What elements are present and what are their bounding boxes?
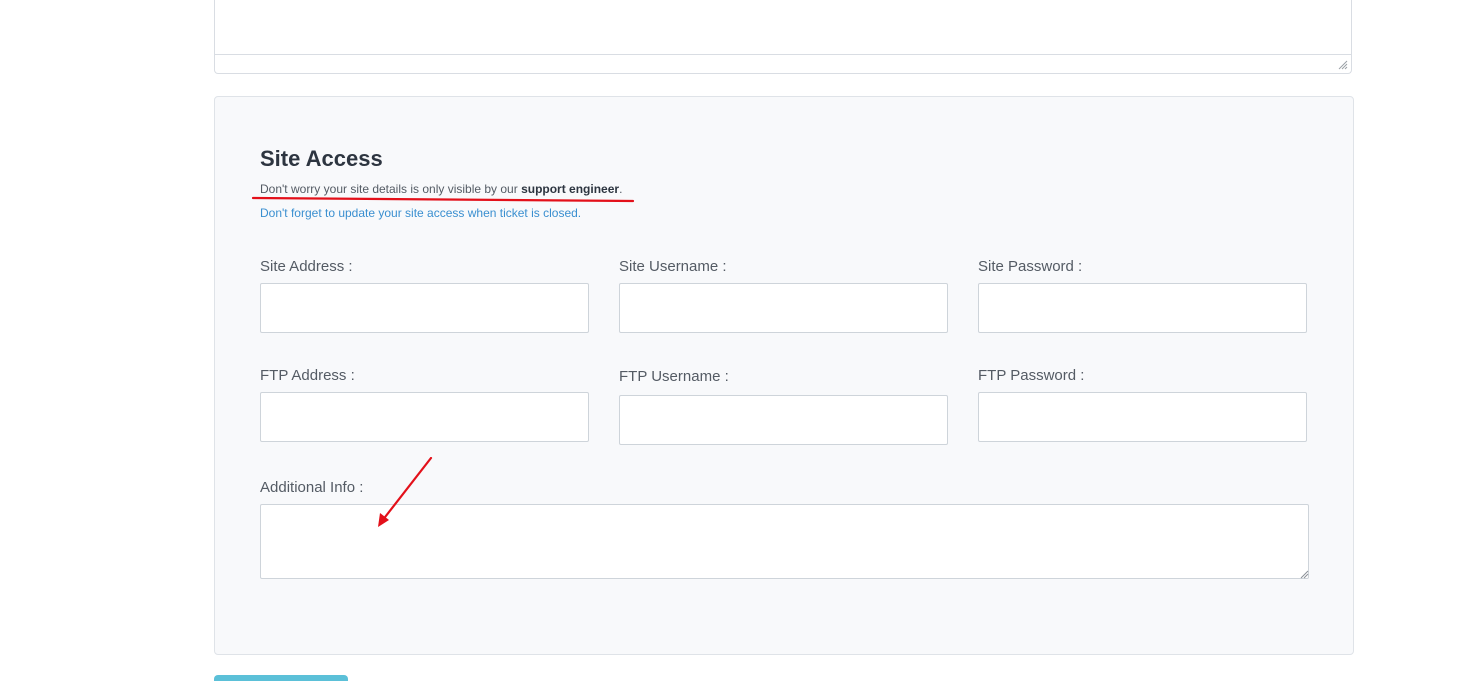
ftp-address-input[interactable] (260, 392, 589, 442)
privacy-note: Don't worry your site details is only vi… (260, 181, 622, 197)
site-username-input[interactable] (619, 283, 948, 333)
site-address-input[interactable] (260, 283, 589, 333)
red-arrow-annotation (378, 457, 433, 527)
ftp-password-label: FTP Password : (978, 367, 1085, 384)
privacy-note-bold: support engineer (521, 182, 620, 196)
site-access-title: Site Access (260, 146, 383, 171)
ftp-password-input[interactable] (978, 392, 1307, 442)
red-underline-annotation (251, 196, 635, 203)
ftp-username-label: FTP Username : (619, 368, 729, 385)
update-access-hint: Don't forget to update your site access … (260, 206, 582, 220)
site-address-label: Site Address : (260, 258, 353, 275)
privacy-note-end: . (619, 182, 623, 196)
ftp-address-label: FTP Address : (260, 367, 355, 384)
additional-info-label: Additional Info : (260, 479, 364, 496)
ftp-username-input[interactable] (619, 395, 948, 445)
privacy-note-text: Don't worry your site details is only vi… (260, 182, 522, 196)
resize-handle-icon[interactable] (1338, 60, 1348, 70)
previous-textarea-input[interactable] (215, 0, 1351, 55)
previous-textarea[interactable] (214, 0, 1352, 74)
site-password-label: Site Password : (978, 258, 1083, 275)
textarea-resize-icon[interactable] (1300, 570, 1309, 579)
site-password-input[interactable] (978, 283, 1307, 333)
site-username-label: Site Username : (619, 258, 727, 275)
submit-button[interactable] (214, 675, 348, 681)
site-access-card: Site Access Don't worry your site detail… (214, 96, 1354, 655)
